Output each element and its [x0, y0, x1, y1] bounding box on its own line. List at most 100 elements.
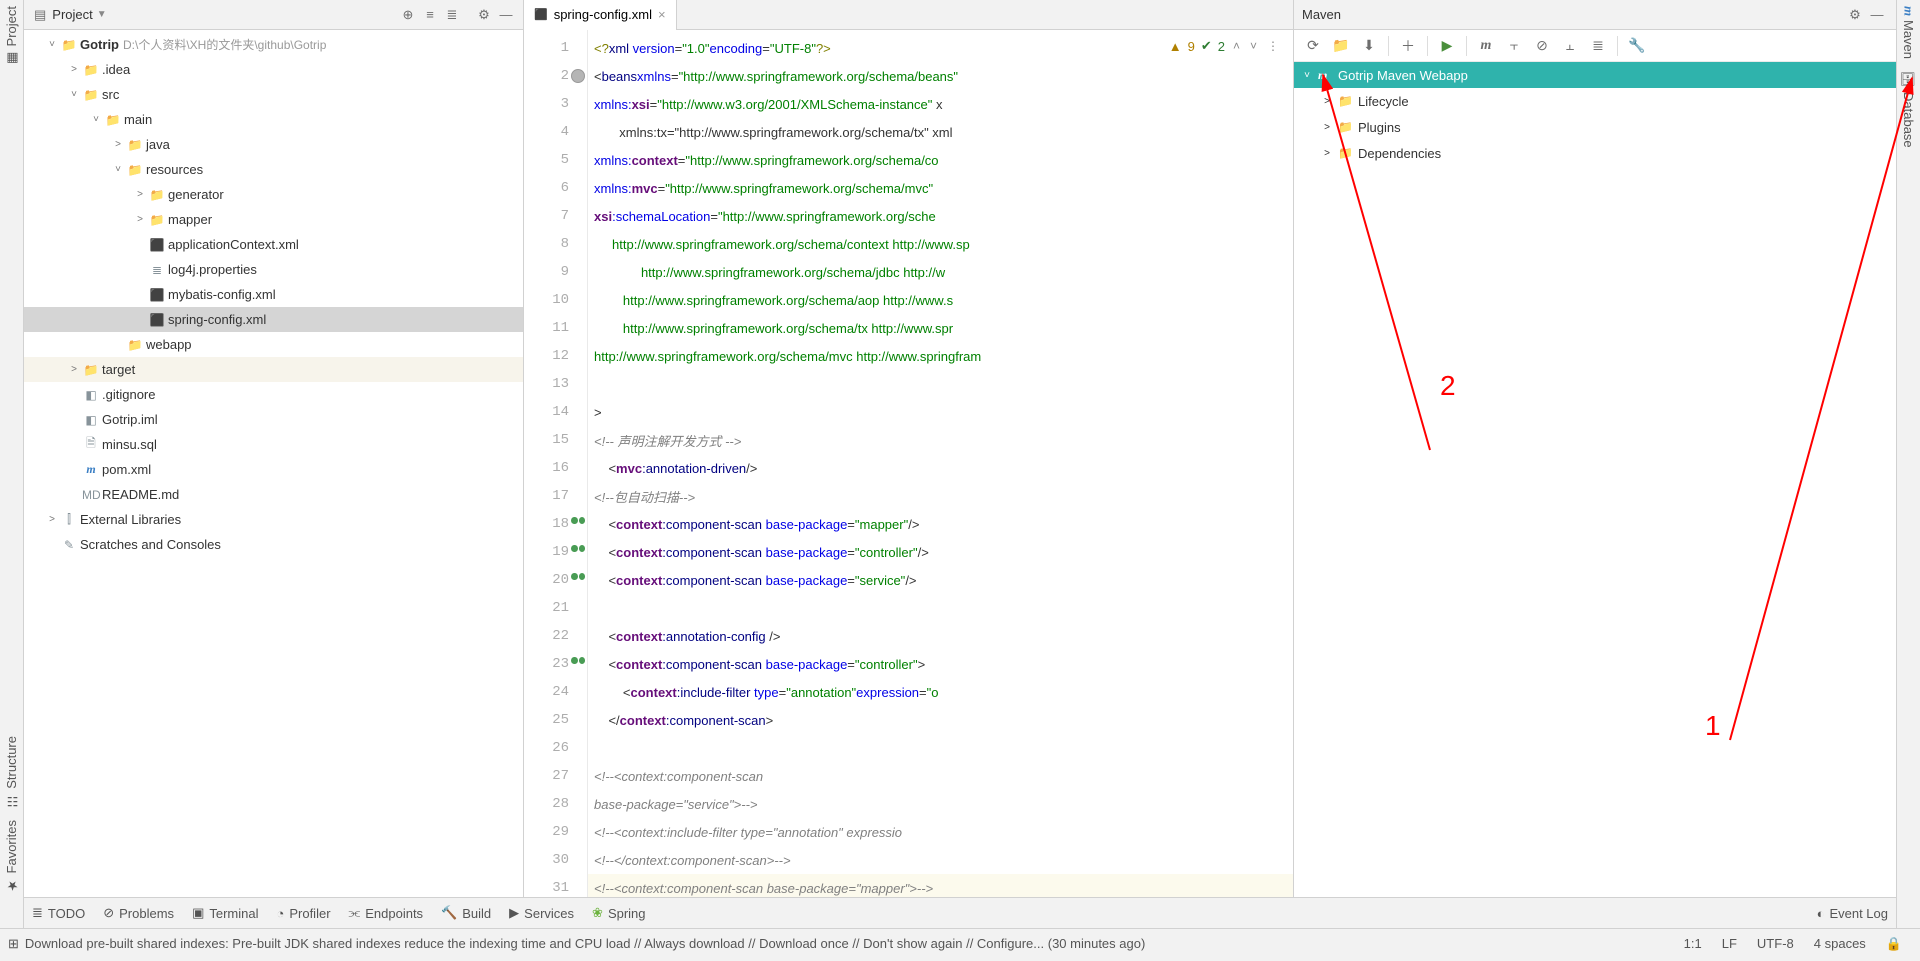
maven-lifecycle[interactable]: ˃ 📁 Lifecycle: [1294, 88, 1896, 114]
toggle-offline-icon[interactable]: ⫟: [1501, 33, 1527, 59]
download-sources-icon[interactable]: ⬇: [1356, 33, 1382, 59]
build-icon: 🔨: [441, 905, 457, 921]
tree-item[interactable]: ˃📁generator: [24, 182, 523, 207]
endpoints-tool[interactable]: ⫘Endpoints: [349, 905, 424, 921]
bottom-tools: ≣TODO ⊘Problems ▣Terminal ◔Profiler ⫘End…: [24, 897, 1896, 928]
tree-item[interactable]: ˅📁main: [24, 107, 523, 132]
show-dependencies-icon[interactable]: ⫠: [1557, 33, 1583, 59]
maven-plugins[interactable]: ˃ 📁 Plugins: [1294, 114, 1896, 140]
tree-item[interactable]: ⬛spring-config.xml: [24, 307, 523, 332]
close-tab-icon[interactable]: ×: [658, 7, 666, 22]
todo-tool[interactable]: ≣TODO: [32, 905, 85, 921]
indent-setting[interactable]: 4 spaces: [1804, 936, 1876, 951]
code-line: [588, 734, 1293, 762]
warning-count: 9: [1188, 39, 1195, 54]
line-number: 15: [524, 426, 587, 454]
tree-item[interactable]: ˃📁.idea: [24, 57, 523, 82]
tree-item[interactable]: ◧.gitignore: [24, 382, 523, 407]
inspection-widget[interactable]: ▲ 9 ✔ 2 ˄ ˅ ⋮: [1165, 36, 1285, 56]
chevron-right-icon: ˃: [132, 214, 148, 225]
locate-icon[interactable]: ⊕: [397, 4, 419, 26]
tree-item[interactable]: ⬛mybatis-config.xml: [24, 282, 523, 307]
structure-tool-tab[interactable]: ☷Structure: [4, 730, 19, 814]
code-editor[interactable]: <?xml version="1.0" encoding="UTF-8"?><b…: [588, 30, 1293, 897]
caret-position[interactable]: 1:1: [1674, 936, 1712, 951]
maven-tree[interactable]: ˅ m Gotrip Maven Webapp ˃ 📁 Lifecycle ˃ …: [1294, 62, 1896, 897]
tree-item[interactable]: ✎Scratches and Consoles: [24, 532, 523, 557]
lifecycle-icon: 📁: [1338, 94, 1354, 108]
tree-item[interactable]: ˅📁resources: [24, 157, 523, 182]
hide-icon[interactable]: —: [1866, 4, 1888, 26]
maven-icon: m: [1901, 6, 1917, 16]
execute-goal-icon[interactable]: m: [1473, 33, 1499, 59]
maven-project-label: Gotrip Maven Webapp: [1338, 68, 1468, 83]
project-tree[interactable]: ˅📁GotripD:\个人资料\XH的文件夹\github\Gotrip˃📁.i…: [24, 30, 523, 897]
tree-item-label: java: [144, 137, 170, 152]
project-tool-tab[interactable]: ▦Project: [4, 0, 19, 71]
terminal-tool[interactable]: ▣Terminal: [192, 905, 258, 921]
tree-item[interactable]: ˃⫿External Libraries: [24, 507, 523, 532]
maven-header: Maven ⚙ —: [1294, 0, 1896, 30]
maven-title: Maven: [1302, 7, 1341, 22]
tree-item[interactable]: MDREADME.md: [24, 482, 523, 507]
gutter-mark-icon: [571, 69, 585, 83]
tree-item[interactable]: 🗎minsu.sql: [24, 432, 523, 457]
chevron-down-icon: ˅: [110, 164, 126, 175]
code-line: <context:component-scan base-package="se…: [588, 566, 1293, 594]
inspection-menu-icon[interactable]: ⋮: [1265, 39, 1281, 53]
nav-up-icon[interactable]: ˄: [1231, 39, 1242, 53]
project-icon: ▦: [4, 50, 19, 65]
lock-icon[interactable]: 🔒: [1876, 936, 1912, 952]
maven-tool-tab[interactable]: mMaven: [1901, 0, 1917, 65]
build-tool[interactable]: 🔨Build: [441, 905, 491, 921]
item-icon: 📁: [104, 113, 122, 127]
project-view-selector[interactable]: Project ▼: [52, 7, 106, 22]
status-message[interactable]: ⊞ Download pre-built shared indexes: Pre…: [8, 936, 1145, 952]
chevron-right-icon: ˃: [66, 64, 82, 75]
tree-item[interactable]: ˃📁java: [24, 132, 523, 157]
tree-item[interactable]: ˃📁target: [24, 357, 523, 382]
editor-tab-spring-config[interactable]: ⬛ spring-config.xml ×: [524, 0, 677, 30]
line-number: 16: [524, 454, 587, 482]
event-log-icon: ◐: [1817, 906, 1825, 921]
expand-all-icon[interactable]: ≡: [419, 4, 441, 26]
tree-item[interactable]: ≣log4j.properties: [24, 257, 523, 282]
gear-icon[interactable]: ⚙: [473, 4, 495, 26]
line-number: 10: [524, 286, 587, 314]
services-tool[interactable]: ▶Services: [509, 905, 574, 921]
tree-item[interactable]: ˅📁src: [24, 82, 523, 107]
code-line: <context:include-filter type="annotation…: [588, 678, 1293, 706]
line-number: 25: [524, 706, 587, 734]
maven-settings-icon[interactable]: 🔧: [1624, 33, 1650, 59]
maven-dependencies[interactable]: ˃ 📁 Dependencies: [1294, 140, 1896, 166]
nav-down-icon[interactable]: ˅: [1248, 39, 1259, 53]
profiler-tool[interactable]: ◔Profiler: [276, 906, 330, 921]
tree-item[interactable]: mpom.xml: [24, 457, 523, 482]
tree-item[interactable]: ⬛applicationContext.xml: [24, 232, 523, 257]
spring-tool[interactable]: ❀Spring: [592, 905, 645, 921]
generate-sources-icon[interactable]: 📁: [1328, 33, 1354, 59]
tree-item[interactable]: ◧Gotrip.iml: [24, 407, 523, 432]
code-line: http://www.springframework.org/schema/ao…: [588, 286, 1293, 314]
add-icon[interactable]: ＋: [1395, 33, 1421, 59]
file-encoding[interactable]: UTF-8: [1747, 936, 1804, 951]
run-icon[interactable]: ▶: [1434, 33, 1460, 59]
collapse-icon[interactable]: ≣: [1585, 33, 1611, 59]
maven-project-root[interactable]: ˅ m Gotrip Maven Webapp: [1294, 62, 1896, 88]
event-log-tool[interactable]: ◐Event Log: [1817, 906, 1888, 921]
reload-icon[interactable]: ⟳: [1300, 33, 1326, 59]
problems-tool[interactable]: ⊘Problems: [103, 905, 174, 921]
hide-icon[interactable]: —: [495, 4, 517, 26]
tree-item[interactable]: 📁webapp: [24, 332, 523, 357]
toggle-skip-tests-icon[interactable]: ⊘: [1529, 33, 1555, 59]
line-separator[interactable]: LF: [1712, 936, 1747, 951]
tree-item[interactable]: ˅📁GotripD:\个人资料\XH的文件夹\github\Gotrip: [24, 32, 523, 57]
tree-item[interactable]: ˃📁mapper: [24, 207, 523, 232]
gear-icon[interactable]: ⚙: [1844, 4, 1866, 26]
favorites-tool-tab[interactable]: ★Favorites: [4, 814, 19, 898]
database-tool-tab[interactable]: 🗄Database: [1901, 65, 1916, 153]
code-line: xsi:schemaLocation="http://www.springfra…: [588, 202, 1293, 230]
endpoints-icon: ⫘: [349, 905, 361, 921]
tree-item-label: log4j.properties: [166, 262, 257, 277]
collapse-all-icon[interactable]: ≣: [441, 4, 463, 26]
